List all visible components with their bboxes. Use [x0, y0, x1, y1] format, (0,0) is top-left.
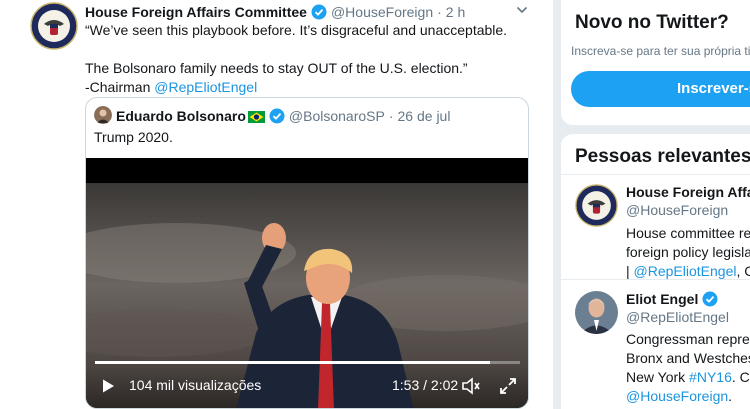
separator-dot: · [437, 4, 442, 20]
quoted-tweet-header: Eduardo Bolsonaro @BolsonaroSP · 26 de j… [116, 106, 450, 125]
committee-seal-avatar[interactable] [30, 2, 78, 50]
bio-text: New York [626, 369, 690, 385]
bio-text: , Cha [736, 263, 750, 279]
tweet-text: “We’ve seen this playbook before. It’s d… [85, 21, 515, 97]
quoted-author-avatar[interactable] [94, 106, 112, 124]
bio-line: foreign policy legislat [626, 244, 750, 260]
bio-text: . Cha [731, 369, 750, 385]
person-photo-avatar[interactable] [575, 291, 618, 334]
hashtag-link[interactable]: #NY16 [689, 369, 732, 385]
tweet-text-prefix: -Chairman [85, 79, 155, 95]
tweet-text-line: The Bolsonaro family needs to stay OUT o… [85, 60, 468, 76]
person-name[interactable]: Eliot Engel [626, 291, 698, 307]
quoted-author-name[interactable]: Eduardo Bolsonaro [116, 108, 246, 124]
person-bio: Congressman represe Bronx and Westcheste… [626, 330, 750, 406]
relevant-people-title: Pessoas relevantes [575, 146, 750, 167]
view-count: 104 mil visualizações [129, 377, 262, 393]
person-name-row: Eliot Engel [626, 291, 722, 307]
verified-badge-icon [269, 108, 285, 124]
signup-subtitle: Inscreva-se para ter sua própria timelin… [571, 44, 750, 58]
bio-line: House committee resp [626, 225, 750, 241]
quoted-tweet-text: Trump 2020. [94, 129, 173, 145]
signup-title: Novo no Twitter? [575, 12, 729, 33]
bio-text: | [626, 263, 634, 279]
video-progress-bar[interactable] [95, 361, 520, 364]
chevron-down-icon[interactable] [515, 3, 529, 17]
verified-badge-icon [702, 291, 718, 307]
relevant-people-card: Pessoas relevantes House Foreign Affa… @… [561, 134, 750, 409]
author-handle[interactable]: @HouseForeign [331, 4, 433, 20]
signup-button[interactable]: Inscrever-se [571, 71, 750, 107]
volume-muted-icon[interactable] [461, 376, 481, 396]
video-time: 1:53 / 2:02 [392, 377, 459, 393]
play-icon[interactable] [100, 378, 116, 394]
tweet-header: House Foreign Affairs Committee @HouseFo… [85, 3, 465, 21]
bio-line: Congressman represe [626, 331, 750, 347]
author-name[interactable]: House Foreign Affairs Committee [85, 4, 307, 20]
tweet-timestamp[interactable]: 2 h [446, 4, 465, 20]
divider [561, 279, 750, 280]
video-player[interactable]: 104 mil visualizações 1:53 / 2:02 [86, 158, 528, 408]
verified-badge-icon [311, 4, 327, 20]
tweet-text-line: “We’ve seen this playbook before. It’s d… [85, 22, 508, 38]
quoted-author-handle[interactable]: @BolsonaroSP [289, 108, 385, 124]
separator-dot: · [388, 107, 394, 124]
mention-link[interactable]: @RepEliotEngel [634, 263, 737, 279]
video-controls: 104 mil visualizações 1:53 / 2:02 [86, 371, 528, 401]
divider [561, 174, 750, 175]
person-handle[interactable]: @RepEliotEngel [626, 309, 729, 325]
person-name[interactable]: House Foreign Affa… [626, 184, 750, 200]
bio-line: Bronx and Westcheste [626, 350, 750, 366]
tweet-text-line: -Chairman @RepEliotEngel [85, 78, 515, 97]
mention-link[interactable]: @RepEliotEngel [154, 79, 257, 95]
tweet[interactable]: House Foreign Affairs Committee @HouseFo… [0, 0, 553, 409]
committee-seal-avatar[interactable] [575, 184, 618, 227]
bio-line: New York #NY16. Cha [626, 368, 750, 387]
brazil-flag-icon [247, 110, 265, 123]
bio-line: @HouseForeign. [626, 387, 750, 406]
quoted-tweet-card[interactable]: Eduardo Bolsonaro @BolsonaroSP · 26 de j… [85, 97, 529, 409]
bio-text: . [728, 388, 733, 404]
signup-card: Novo no Twitter? Inscreva-se para ter su… [561, 0, 750, 125]
fullscreen-icon[interactable] [498, 376, 518, 396]
video-progress-fill [95, 361, 491, 364]
quoted-tweet-date[interactable]: 26 de jul [398, 108, 451, 124]
person-bio: House committee resp foreign policy legi… [626, 224, 750, 281]
person-handle[interactable]: @HouseForeign [626, 202, 728, 218]
mention-link[interactable]: @HouseForeign [626, 388, 728, 404]
